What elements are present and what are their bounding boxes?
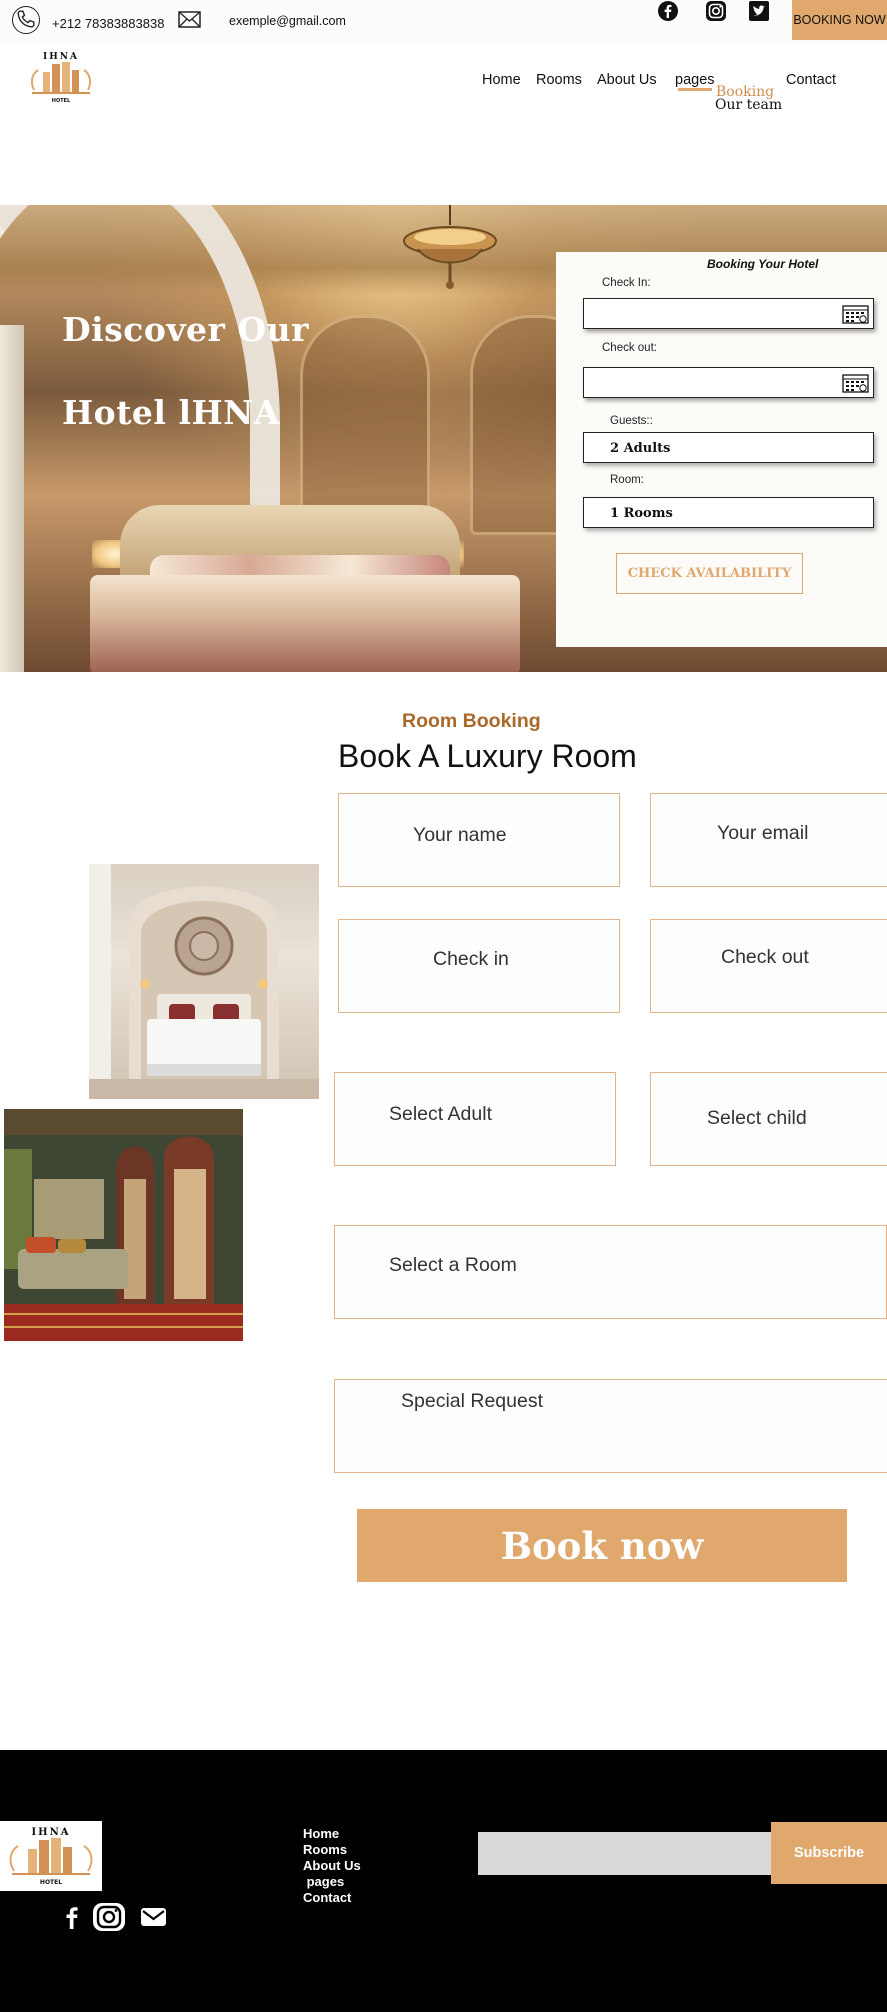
- phone-icon: [12, 6, 40, 34]
- guests-label: Guests::: [610, 415, 653, 427]
- checkin-field[interactable]: Check in: [338, 919, 620, 1013]
- instagram-icon[interactable]: [92, 1902, 126, 1932]
- rooms-select[interactable]: 1 Rooms: [583, 497, 874, 528]
- nav-about-us[interactable]: About Us: [597, 72, 657, 88]
- footer-link-home[interactable]: Home: [303, 1826, 339, 1841]
- checkin-placeholder: Check in: [433, 948, 509, 970]
- adult-placeholder: Select Adult: [389, 1103, 492, 1125]
- email-placeholder: Your email: [717, 822, 809, 844]
- special-request-textarea[interactable]: Special Request: [334, 1379, 887, 1473]
- bed: [90, 575, 520, 672]
- room-label: Room:: [610, 474, 644, 486]
- facebook-icon[interactable]: [657, 0, 679, 22]
- nav-home[interactable]: Home: [482, 72, 521, 88]
- wall-panel: [300, 315, 430, 535]
- svg-text:IHNA: IHNA: [31, 1827, 70, 1838]
- checkin-date-input[interactable]: [583, 298, 874, 329]
- top-bar: +212 78383883838 exemple@gmail.com BOOKI…: [0, 0, 887, 42]
- hero-pillar: [0, 325, 24, 672]
- subscribe-button[interactable]: Subscribe: [771, 1822, 887, 1884]
- booking-now-button[interactable]: BOOKING NOW: [792, 0, 887, 40]
- dropdown-item-our-team[interactable]: Our team: [715, 97, 782, 113]
- nav-pages-underline: [678, 88, 712, 91]
- guests-select[interactable]: 2 Adults: [583, 432, 874, 463]
- facebook-icon[interactable]: [60, 1905, 84, 1929]
- check-availability-button[interactable]: CHECK AVAILABILITY: [616, 553, 803, 594]
- section-eyebrow: Room Booking: [402, 710, 541, 732]
- checkout-label: Check out:: [602, 342, 657, 354]
- svg-text:HOTEL: HOTEL: [40, 1879, 62, 1886]
- room-placeholder: Select a Room: [389, 1254, 517, 1276]
- room-select[interactable]: Select a Room: [334, 1225, 887, 1319]
- room-photo-green-bedroom: [4, 1109, 243, 1341]
- nav-contact[interactable]: Contact: [786, 72, 836, 88]
- checkin-label: Check In:: [602, 277, 651, 289]
- checkout-date-input[interactable]: [583, 367, 874, 398]
- checkout-placeholder: Check out: [721, 946, 809, 968]
- hero-title-line2: Hotel lHNA: [62, 393, 280, 432]
- footer-link-about-us[interactable]: About Us: [303, 1858, 361, 1873]
- hero-title-line1: Discover Our: [62, 310, 310, 349]
- widget-title: Booking Your Hotel: [707, 257, 819, 271]
- name-field[interactable]: Your name: [338, 793, 620, 887]
- instagram-icon[interactable]: [705, 0, 727, 22]
- calendar-icon[interactable]: [842, 304, 869, 324]
- calendar-icon[interactable]: [842, 373, 869, 393]
- phone-number: +212 78383883838: [52, 16, 165, 31]
- checkout-field[interactable]: Check out: [650, 919, 887, 1013]
- book-now-button[interactable]: Book now: [357, 1509, 847, 1582]
- nav-rooms[interactable]: Rooms: [536, 72, 582, 88]
- footer-link-pages[interactable]: pages: [303, 1874, 345, 1889]
- newsletter-email-input[interactable]: [478, 1832, 778, 1875]
- child-placeholder: Select child: [707, 1107, 807, 1129]
- footer: [0, 1750, 887, 2012]
- contact-email[interactable]: exemple@gmail.com: [229, 14, 346, 28]
- mail-icon[interactable]: [140, 1907, 167, 1927]
- chandelier-icon: [390, 205, 510, 295]
- mail-icon[interactable]: [178, 11, 201, 28]
- hotel-logo[interactable]: IHNA HOTEL: [26, 50, 96, 106]
- footer-link-rooms[interactable]: Rooms: [303, 1842, 347, 1857]
- special-request-placeholder: Special Request: [401, 1390, 544, 1412]
- child-select[interactable]: Select child: [650, 1072, 887, 1166]
- nav-pages[interactable]: pages: [675, 72, 715, 88]
- svg-text:IHNA: IHNA: [43, 52, 79, 62]
- svg-text:HOTEL: HOTEL: [52, 98, 71, 104]
- twitter-icon[interactable]: [748, 0, 770, 22]
- section-heading: Book A Luxury Room: [338, 738, 637, 774]
- adult-select[interactable]: Select Adult: [334, 1072, 616, 1166]
- name-placeholder: Your name: [413, 824, 507, 846]
- footer-link-contact[interactable]: Contact: [303, 1890, 351, 1905]
- room-photo-white-bedroom: [89, 864, 319, 1099]
- footer-logo[interactable]: IHNA HOTEL: [0, 1821, 102, 1891]
- email-field[interactable]: Your email: [650, 793, 887, 887]
